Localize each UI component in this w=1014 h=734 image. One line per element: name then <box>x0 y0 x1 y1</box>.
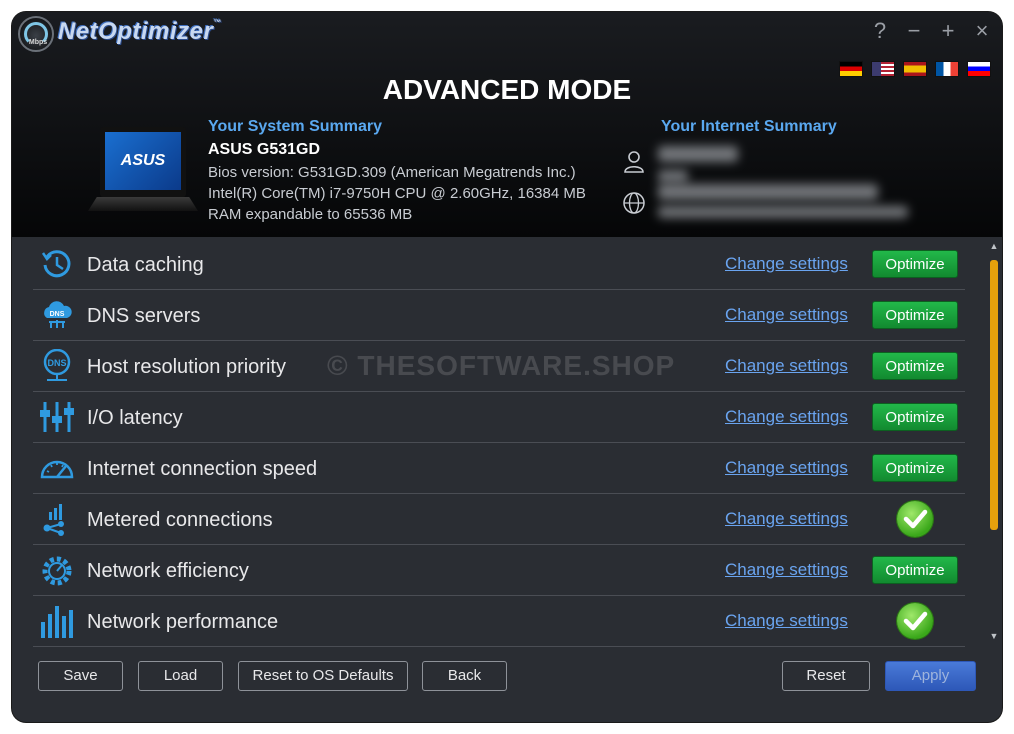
svg-text:DNS: DNS <box>50 311 65 318</box>
scroll-up-icon[interactable]: ▲ <box>988 240 1000 252</box>
back-button[interactable]: Back <box>422 661 507 691</box>
list-item: Network efficiency Change settings Optim… <box>33 545 965 596</box>
sliders-icon <box>40 402 74 432</box>
change-settings-link[interactable]: Change settings <box>725 290 848 340</box>
svg-text:DNS: DNS <box>47 358 66 368</box>
dns-globe-icon: DNS <box>43 349 71 381</box>
list-item: Network performance Change settings <box>33 596 965 647</box>
share-chart-icon <box>43 504 64 536</box>
row-label: Data caching <box>87 254 204 276</box>
optimize-button[interactable]: Optimize <box>872 403 958 431</box>
gear-gauge-icon <box>42 556 72 586</box>
change-settings-link[interactable]: Change settings <box>725 341 848 391</box>
check-icon <box>897 603 933 639</box>
scrollbar-thumb[interactable] <box>990 260 998 530</box>
row-label: Internet connection speed <box>87 458 318 480</box>
list-item: Internet connection speed Change setting… <box>33 443 965 494</box>
optimization-list: Data caching Change settings Optimize DN… <box>33 239 965 647</box>
minimize-button[interactable]: − <box>904 20 924 42</box>
optimize-button[interactable]: Optimize <box>872 301 958 329</box>
reset-os-defaults-button[interactable]: Reset to OS Defaults <box>238 661 408 691</box>
save-button[interactable]: Save <box>38 661 123 691</box>
dns-cloud-icon: DNS <box>44 301 72 328</box>
app-logo: NetOptimizer™ <box>58 18 222 45</box>
bar-chart-icon <box>41 606 73 638</box>
system-info: Bios version: G531GD.309 (American Megat… <box>208 164 586 223</box>
check-icon <box>897 501 933 537</box>
row-label: I/O latency <box>87 407 183 429</box>
load-button[interactable]: Load <box>138 661 223 691</box>
optimize-button[interactable]: Optimize <box>872 454 958 482</box>
blurred-username <box>658 146 738 162</box>
row-label: Network efficiency <box>87 560 249 582</box>
internet-summary-heading: Your Internet Summary <box>661 118 837 135</box>
list-item: Data caching Change settings Optimize <box>33 239 965 290</box>
blurred-ip-address <box>658 184 878 200</box>
optimize-button[interactable]: Optimize <box>872 556 958 584</box>
change-settings-link[interactable]: Change settings <box>725 239 848 289</box>
change-settings-link[interactable]: Change settings <box>725 596 848 646</box>
list-item: DNS Host resolution priority Change sett… <box>33 341 965 392</box>
history-icon <box>41 250 71 278</box>
change-settings-link[interactable]: Change settings <box>725 443 848 493</box>
row-label: Network performance <box>87 611 279 633</box>
maximize-button[interactable]: + <box>938 20 958 42</box>
blurred-username-detail <box>658 170 688 182</box>
row-label: Metered connections <box>87 509 273 531</box>
app-window: Mbps NetOptimizer™ ? − + × ADVANCED MODE… <box>12 12 1002 722</box>
user-icon <box>624 151 644 173</box>
system-summary-heading: Your System Summary <box>208 118 382 135</box>
scrollbar[interactable]: ▲ ▼ <box>988 240 1000 642</box>
window-controls: ? − + × <box>870 20 992 42</box>
list-item: I/O latency Change settings Optimize <box>33 392 965 443</box>
apply-button[interactable]: Apply <box>885 661 976 691</box>
change-settings-link[interactable]: Change settings <box>725 494 848 544</box>
scroll-down-icon[interactable]: ▼ <box>988 630 1000 642</box>
change-settings-link[interactable]: Change settings <box>725 392 848 442</box>
list-item: Metered connections Change settings <box>33 494 965 545</box>
header: Mbps NetOptimizer™ ? − + × ADVANCED MODE… <box>12 12 1002 237</box>
row-label: Host resolution priority <box>87 356 286 378</box>
close-button[interactable]: × <box>972 20 992 42</box>
speed-gauge-icon: Mbps <box>18 16 54 52</box>
speedometer-icon <box>40 460 74 479</box>
change-settings-link[interactable]: Change settings <box>725 545 848 595</box>
help-button[interactable]: ? <box>870 20 890 42</box>
page-title: ADVANCED MODE <box>382 74 632 105</box>
laptop-icon: ASUS <box>88 127 198 217</box>
blurred-isp <box>658 206 908 218</box>
list-item: DNS DNS servers Change settings Optimize <box>33 290 965 341</box>
row-label: DNS servers <box>87 305 201 327</box>
reset-button[interactable]: Reset <box>782 661 870 691</box>
globe-icon <box>623 192 645 214</box>
optimize-button[interactable]: Optimize <box>872 352 958 380</box>
optimize-button[interactable]: Optimize <box>872 250 958 278</box>
system-model: ASUS G531GD <box>208 141 321 158</box>
